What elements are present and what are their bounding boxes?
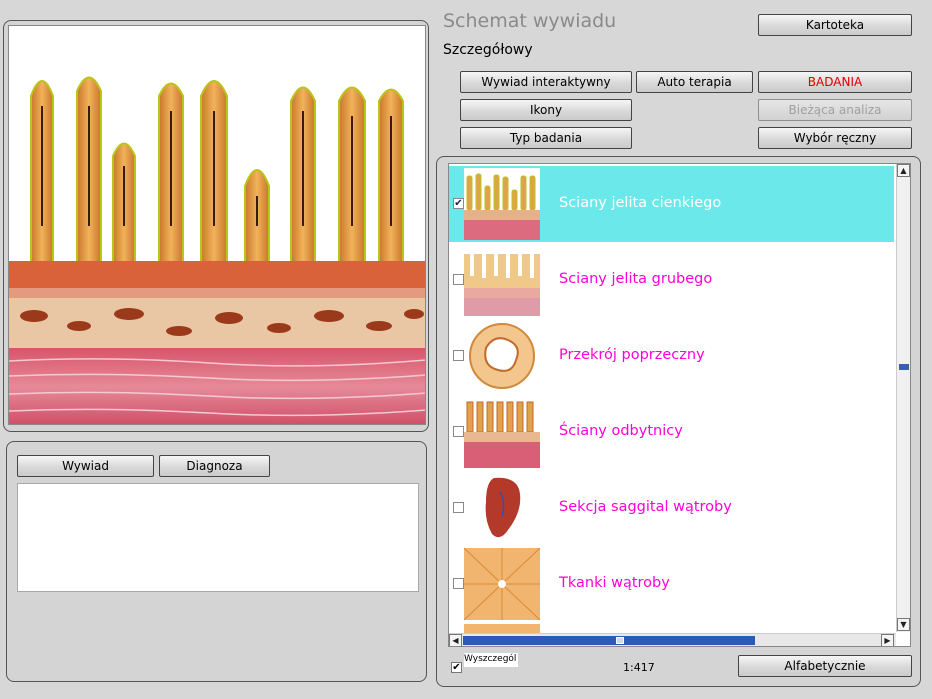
horizontal-scroll-track[interactable]	[463, 636, 755, 645]
item-label: Sciany jelita grubego	[559, 271, 713, 287]
rectum-thumbnail	[464, 396, 540, 468]
item-checkbox[interactable]	[453, 578, 464, 589]
scroll-left-icon[interactable]: ◀	[449, 634, 462, 646]
list-item[interactable]: Sciany jelita grubego	[449, 242, 894, 318]
liver-tissue-thumbnail	[463, 547, 541, 621]
scroll-down-icon[interactable]: ▼	[897, 618, 910, 631]
list-item[interactable]: Tkanki wątroby	[449, 546, 894, 622]
large-intestine-thumbnail	[464, 244, 540, 316]
list-item[interactable]: Sekcja saggital wątroby	[449, 470, 894, 546]
detail-checkbox[interactable]: ✔	[451, 662, 462, 673]
item-checkbox[interactable]	[453, 350, 464, 361]
vertical-scroll-thumb[interactable]	[899, 364, 909, 370]
item-label: Tkanki wątroby	[559, 575, 670, 591]
examination-list[interactable]: ✔ Sciany jelita cienkiego Sciany jelita …	[448, 163, 911, 647]
vertical-scrollbar[interactable]: ▲ ▼	[896, 164, 910, 632]
wywiad-interaktywny-button[interactable]: Wywiad interaktywny	[460, 71, 632, 93]
detail-checkbox-label: Wyszczegól	[464, 653, 518, 667]
item-counter: 1:417	[623, 661, 655, 674]
item-checkbox[interactable]	[453, 426, 464, 437]
diagnoza-tab[interactable]: Diagnoza	[159, 455, 270, 477]
image-panel	[3, 20, 429, 432]
biezaca-analiza-button[interactable]: Bieżąca analiza	[758, 99, 912, 121]
kartoteka-button[interactable]: Kartoteka	[758, 14, 912, 36]
notes-textarea[interactable]	[17, 483, 419, 592]
wywiad-tab[interactable]: Wywiad	[17, 455, 154, 477]
item-label: Sekcja saggital wątroby	[559, 499, 732, 515]
item-label: Przekrój poprzeczny	[559, 347, 705, 363]
ikony-button[interactable]: Ikony	[460, 99, 632, 121]
cross-section-thumbnail	[464, 320, 540, 392]
typ-badania-button[interactable]: Typ badania	[460, 127, 632, 149]
horizontal-scrollbar[interactable]: ◀ ▶	[449, 633, 896, 646]
small-intestine-thumbnail	[464, 168, 540, 240]
list-item[interactable]: ✔ Sciany jelita cienkiego	[449, 166, 894, 242]
mode-subtitle: Szczegółowy	[443, 42, 533, 58]
app-title: Schemat wywiadu	[443, 10, 617, 32]
item-label: Ściany odbytnicy	[559, 423, 683, 439]
histology-image	[8, 25, 426, 425]
notes-panel: Wywiad Diagnoza	[6, 441, 427, 682]
liver-sagittal-thumbnail	[464, 472, 540, 544]
item-checkbox[interactable]	[453, 274, 464, 285]
wybor-reczny-button[interactable]: Wybór ręczny	[758, 127, 912, 149]
item-checkbox[interactable]: ✔	[453, 198, 464, 209]
alfabetycznie-button[interactable]: Alfabetycznie	[738, 655, 912, 677]
scroll-up-icon[interactable]: ▲	[897, 164, 910, 177]
list-item[interactable]: Ściany odbytnicy	[449, 394, 894, 470]
examination-list-panel: ✔ Sciany jelita cienkiego Sciany jelita …	[436, 156, 921, 687]
item-label: Sciany jelita cienkiego	[559, 195, 722, 211]
intestine-wall-illustration	[9, 76, 425, 424]
badania-button[interactable]: BADANIA	[758, 71, 912, 93]
item-checkbox[interactable]	[453, 502, 464, 513]
horizontal-scroll-thumb[interactable]	[616, 637, 624, 644]
auto-terapia-button[interactable]: Auto terapia	[636, 71, 753, 93]
scroll-right-icon[interactable]: ▶	[881, 634, 894, 646]
list-item[interactable]: Przekrój poprzeczny	[449, 318, 894, 394]
